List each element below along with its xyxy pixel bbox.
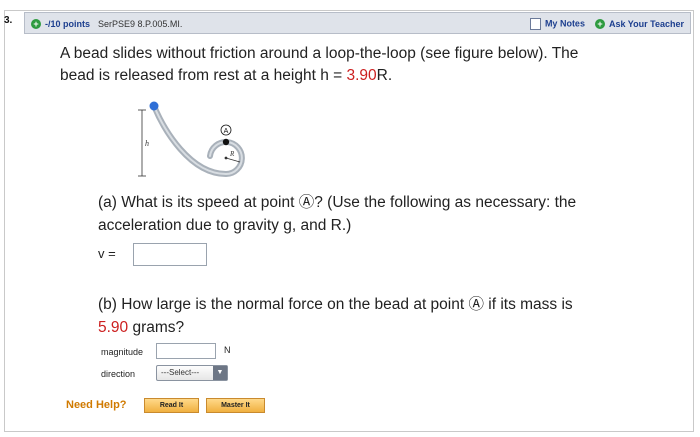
loop-the-loop-figure: h R A	[138, 101, 245, 178]
magnitude-label: magnitude	[101, 347, 144, 357]
part-a-line-2: acceleration due to gravity g, and R.)	[98, 217, 352, 234]
intro-line-1: A bead slides without friction around a …	[60, 45, 579, 62]
direction-label: direction	[101, 369, 136, 379]
plus-circle-icon: +	[594, 19, 605, 29]
plus-circle-icon[interactable]: +	[31, 19, 41, 29]
v-label: v =	[98, 246, 116, 261]
points-label: -/10 points	[45, 19, 91, 29]
speed-answer-input[interactable]	[133, 243, 207, 266]
height-value: 3.90	[346, 67, 377, 84]
magnitude-answer-input[interactable]	[156, 343, 216, 359]
figure-label-A: A	[224, 128, 229, 135]
problem-reference: SerPSE9 8.P.005.MI.	[98, 19, 183, 29]
read-it-button[interactable]: Read It	[144, 398, 199, 413]
intro-line-2: bead is released from rest at a height h…	[60, 67, 393, 84]
part-b-line-1: (b) How large is the normal force on the…	[98, 296, 573, 313]
master-it-button[interactable]: Master It	[206, 398, 265, 413]
chevron-down-icon: ▼	[213, 366, 227, 380]
figure-label-R: R	[229, 150, 235, 158]
direction-select[interactable]: ---Select--- ▼	[156, 365, 228, 381]
mass-value: 5.90	[98, 319, 129, 336]
figure-label-h: h	[145, 139, 149, 148]
my-notes-button[interactable]: My Notes	[529, 18, 585, 30]
question-header-bar: + -/10 points SerPSE9 8.P.005.MI. My Not…	[24, 12, 691, 34]
question-number: 3.	[4, 15, 13, 26]
notes-icon	[529, 18, 541, 30]
bead-icon	[149, 101, 159, 111]
need-help-label: Need Help?	[66, 399, 127, 411]
part-b-line-2: 5.90 grams?	[98, 319, 185, 336]
ask-teacher-button[interactable]: + Ask Your Teacher	[594, 19, 684, 29]
magnitude-unit: N	[224, 345, 231, 355]
part-a-line-1: (a) What is its speed at point Ⓐ? (Use t…	[98, 194, 577, 211]
